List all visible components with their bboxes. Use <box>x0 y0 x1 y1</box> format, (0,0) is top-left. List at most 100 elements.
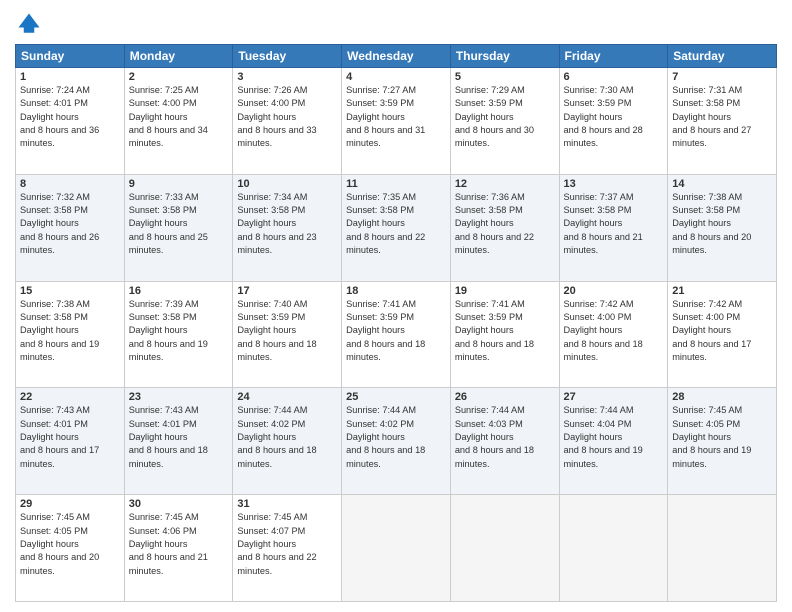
day-info: Sunrise: 7:44 AMSunset: 4:03 PMDaylight … <box>455 404 555 471</box>
calendar-cell: 13Sunrise: 7:37 AMSunset: 3:58 PMDayligh… <box>559 174 668 281</box>
day-info: Sunrise: 7:43 AMSunset: 4:01 PMDaylight … <box>129 404 229 471</box>
day-info: Sunrise: 7:30 AMSunset: 3:59 PMDaylight … <box>564 84 664 151</box>
calendar-cell: 17Sunrise: 7:40 AMSunset: 3:59 PMDayligh… <box>233 281 342 388</box>
calendar-cell: 8Sunrise: 7:32 AMSunset: 3:58 PMDaylight… <box>16 174 125 281</box>
calendar-cell: 29Sunrise: 7:45 AMSunset: 4:05 PMDayligh… <box>16 495 125 602</box>
calendar-cell: 26Sunrise: 7:44 AMSunset: 4:03 PMDayligh… <box>450 388 559 495</box>
calendar-cell: 24Sunrise: 7:44 AMSunset: 4:02 PMDayligh… <box>233 388 342 495</box>
calendar-cell: 28Sunrise: 7:45 AMSunset: 4:05 PMDayligh… <box>668 388 777 495</box>
day-number: 16 <box>129 285 229 297</box>
logo-icon <box>15 10 43 38</box>
weekday-header: Monday <box>124 45 233 68</box>
calendar-cell: 19Sunrise: 7:41 AMSunset: 3:59 PMDayligh… <box>450 281 559 388</box>
day-info: Sunrise: 7:39 AMSunset: 3:58 PMDaylight … <box>129 298 229 365</box>
calendar-cell: 12Sunrise: 7:36 AMSunset: 3:58 PMDayligh… <box>450 174 559 281</box>
day-number: 10 <box>237 178 337 190</box>
day-number: 15 <box>20 285 120 297</box>
day-number: 20 <box>564 285 664 297</box>
calendar-cell: 30Sunrise: 7:45 AMSunset: 4:06 PMDayligh… <box>124 495 233 602</box>
day-info: Sunrise: 7:41 AMSunset: 3:59 PMDaylight … <box>455 298 555 365</box>
calendar-cell <box>450 495 559 602</box>
day-number: 12 <box>455 178 555 190</box>
day-info: Sunrise: 7:26 AMSunset: 4:00 PMDaylight … <box>237 84 337 151</box>
calendar-cell: 3Sunrise: 7:26 AMSunset: 4:00 PMDaylight… <box>233 68 342 175</box>
day-number: 6 <box>564 71 664 83</box>
day-info: Sunrise: 7:31 AMSunset: 3:58 PMDaylight … <box>672 84 772 151</box>
day-number: 9 <box>129 178 229 190</box>
calendar-cell: 22Sunrise: 7:43 AMSunset: 4:01 PMDayligh… <box>16 388 125 495</box>
day-info: Sunrise: 7:44 AMSunset: 4:02 PMDaylight … <box>237 404 337 471</box>
calendar-cell: 20Sunrise: 7:42 AMSunset: 4:00 PMDayligh… <box>559 281 668 388</box>
day-number: 26 <box>455 391 555 403</box>
day-number: 8 <box>20 178 120 190</box>
day-number: 19 <box>455 285 555 297</box>
day-info: Sunrise: 7:24 AMSunset: 4:01 PMDaylight … <box>20 84 120 151</box>
logo <box>15 10 47 38</box>
day-number: 7 <box>672 71 772 83</box>
calendar-cell: 10Sunrise: 7:34 AMSunset: 3:58 PMDayligh… <box>233 174 342 281</box>
day-info: Sunrise: 7:45 AMSunset: 4:07 PMDaylight … <box>237 511 337 578</box>
calendar-cell <box>668 495 777 602</box>
day-info: Sunrise: 7:25 AMSunset: 4:00 PMDaylight … <box>129 84 229 151</box>
day-info: Sunrise: 7:35 AMSunset: 3:58 PMDaylight … <box>346 191 446 258</box>
day-number: 25 <box>346 391 446 403</box>
calendar-cell: 15Sunrise: 7:38 AMSunset: 3:58 PMDayligh… <box>16 281 125 388</box>
weekday-header: Wednesday <box>342 45 451 68</box>
calendar-cell: 2Sunrise: 7:25 AMSunset: 4:00 PMDaylight… <box>124 68 233 175</box>
calendar-cell: 23Sunrise: 7:43 AMSunset: 4:01 PMDayligh… <box>124 388 233 495</box>
calendar-cell: 14Sunrise: 7:38 AMSunset: 3:58 PMDayligh… <box>668 174 777 281</box>
day-number: 24 <box>237 391 337 403</box>
calendar-cell: 11Sunrise: 7:35 AMSunset: 3:58 PMDayligh… <box>342 174 451 281</box>
day-info: Sunrise: 7:34 AMSunset: 3:58 PMDaylight … <box>237 191 337 258</box>
calendar-table: SundayMondayTuesdayWednesdayThursdayFrid… <box>15 44 777 602</box>
weekday-header: Sunday <box>16 45 125 68</box>
day-number: 3 <box>237 71 337 83</box>
day-number: 14 <box>672 178 772 190</box>
day-info: Sunrise: 7:27 AMSunset: 3:59 PMDaylight … <box>346 84 446 151</box>
day-number: 13 <box>564 178 664 190</box>
day-info: Sunrise: 7:44 AMSunset: 4:02 PMDaylight … <box>346 404 446 471</box>
day-info: Sunrise: 7:32 AMSunset: 3:58 PMDaylight … <box>20 191 120 258</box>
header <box>15 10 777 38</box>
day-info: Sunrise: 7:42 AMSunset: 4:00 PMDaylight … <box>564 298 664 365</box>
calendar-cell: 16Sunrise: 7:39 AMSunset: 3:58 PMDayligh… <box>124 281 233 388</box>
day-info: Sunrise: 7:37 AMSunset: 3:58 PMDaylight … <box>564 191 664 258</box>
calendar-cell: 6Sunrise: 7:30 AMSunset: 3:59 PMDaylight… <box>559 68 668 175</box>
day-number: 31 <box>237 498 337 510</box>
day-info: Sunrise: 7:43 AMSunset: 4:01 PMDaylight … <box>20 404 120 471</box>
day-info: Sunrise: 7:45 AMSunset: 4:05 PMDaylight … <box>20 511 120 578</box>
calendar-cell: 1Sunrise: 7:24 AMSunset: 4:01 PMDaylight… <box>16 68 125 175</box>
calendar-cell: 5Sunrise: 7:29 AMSunset: 3:59 PMDaylight… <box>450 68 559 175</box>
day-number: 22 <box>20 391 120 403</box>
calendar-cell: 27Sunrise: 7:44 AMSunset: 4:04 PMDayligh… <box>559 388 668 495</box>
day-number: 17 <box>237 285 337 297</box>
day-number: 27 <box>564 391 664 403</box>
weekday-header: Saturday <box>668 45 777 68</box>
page: SundayMondayTuesdayWednesdayThursdayFrid… <box>0 0 792 612</box>
day-number: 11 <box>346 178 446 190</box>
day-number: 4 <box>346 71 446 83</box>
day-info: Sunrise: 7:45 AMSunset: 4:05 PMDaylight … <box>672 404 772 471</box>
weekday-header: Tuesday <box>233 45 342 68</box>
calendar-cell <box>342 495 451 602</box>
weekday-header: Thursday <box>450 45 559 68</box>
day-number: 5 <box>455 71 555 83</box>
day-info: Sunrise: 7:44 AMSunset: 4:04 PMDaylight … <box>564 404 664 471</box>
day-info: Sunrise: 7:36 AMSunset: 3:58 PMDaylight … <box>455 191 555 258</box>
day-number: 18 <box>346 285 446 297</box>
day-info: Sunrise: 7:40 AMSunset: 3:59 PMDaylight … <box>237 298 337 365</box>
calendar-cell <box>559 495 668 602</box>
day-info: Sunrise: 7:41 AMSunset: 3:59 PMDaylight … <box>346 298 446 365</box>
weekday-header: Friday <box>559 45 668 68</box>
calendar-cell: 4Sunrise: 7:27 AMSunset: 3:59 PMDaylight… <box>342 68 451 175</box>
day-number: 29 <box>20 498 120 510</box>
day-info: Sunrise: 7:33 AMSunset: 3:58 PMDaylight … <box>129 191 229 258</box>
calendar-cell: 9Sunrise: 7:33 AMSunset: 3:58 PMDaylight… <box>124 174 233 281</box>
day-info: Sunrise: 7:29 AMSunset: 3:59 PMDaylight … <box>455 84 555 151</box>
day-number: 23 <box>129 391 229 403</box>
day-info: Sunrise: 7:38 AMSunset: 3:58 PMDaylight … <box>672 191 772 258</box>
calendar-cell: 25Sunrise: 7:44 AMSunset: 4:02 PMDayligh… <box>342 388 451 495</box>
day-number: 21 <box>672 285 772 297</box>
day-number: 1 <box>20 71 120 83</box>
day-info: Sunrise: 7:42 AMSunset: 4:00 PMDaylight … <box>672 298 772 365</box>
